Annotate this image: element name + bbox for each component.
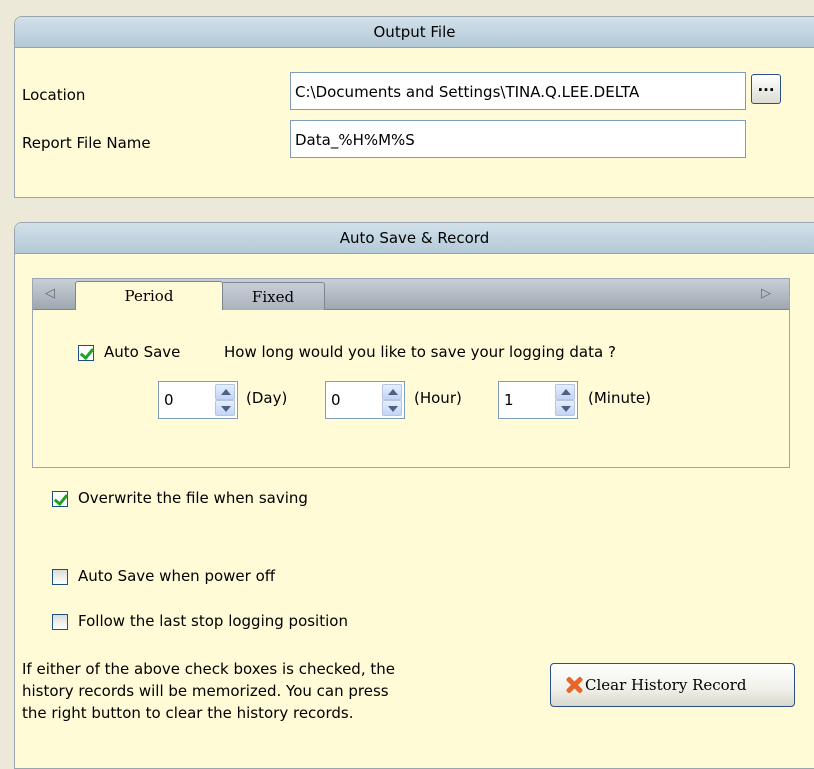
arrow-up-icon — [221, 389, 231, 395]
clear-history-record-label: Clear History Record — [585, 676, 747, 694]
minute-decrement-button[interactable] — [555, 400, 575, 416]
overwrite-label[interactable]: Overwrite the file when saving — [78, 489, 308, 507]
location-label: Location — [22, 86, 86, 104]
hour-increment-button[interactable] — [382, 384, 402, 400]
schedule-tab-control: ◁ ▷ Fixed Period — [32, 278, 790, 468]
auto-save-label[interactable]: Auto Save — [104, 343, 180, 361]
follow-last-stop-label[interactable]: Follow the last stop logging position — [78, 612, 348, 630]
day-increment-button[interactable] — [215, 384, 235, 400]
arrow-down-icon — [561, 406, 571, 412]
tab-period[interactable]: Period — [75, 281, 223, 310]
history-info-text: If either of the above check boxes is ch… — [22, 658, 522, 724]
tab-scroll-right-icon[interactable]: ▷ — [761, 279, 771, 309]
tab-fixed[interactable]: Fixed — [221, 282, 325, 310]
day-decrement-button[interactable] — [215, 400, 235, 416]
close-x-icon — [565, 676, 583, 694]
output-file-header: Output File — [15, 17, 814, 48]
save-duration-question: How long would you like to save your log… — [224, 343, 616, 361]
day-stepper[interactable]: 0 — [158, 381, 238, 419]
day-value[interactable]: 0 — [164, 382, 174, 418]
minute-value[interactable]: 1 — [504, 382, 514, 418]
hour-value[interactable]: 0 — [331, 382, 341, 418]
info-line: history records will be memorized. You c… — [22, 682, 389, 700]
overwrite-checkbox[interactable] — [52, 490, 69, 507]
clear-history-record-button[interactable]: Clear History Record — [550, 663, 795, 707]
tab-strip: ◁ ▷ Fixed Period — [33, 279, 789, 310]
location-field[interactable]: C:\Documents and Settings\TINA.Q.LEE.DEL… — [290, 72, 746, 110]
tab-scroll-left-icon[interactable]: ◁ — [45, 279, 55, 309]
arrow-up-icon — [388, 389, 398, 395]
day-unit-label: (Day) — [246, 389, 288, 407]
minute-stepper[interactable]: 1 — [498, 381, 578, 419]
minute-unit-label: (Minute) — [588, 389, 651, 407]
hour-unit-label: (Hour) — [414, 389, 462, 407]
info-line: If either of the above check boxes is ch… — [22, 660, 395, 678]
check-icon — [53, 490, 69, 507]
minute-increment-button[interactable] — [555, 384, 575, 400]
browse-button[interactable]: ... — [751, 74, 781, 104]
follow-last-stop-checkbox[interactable] — [52, 614, 68, 630]
arrow-down-icon — [221, 406, 231, 412]
report-file-name-field[interactable]: Data_%H%M%S — [290, 120, 746, 158]
info-line: the right button to clear the history re… — [22, 704, 354, 722]
hour-decrement-button[interactable] — [382, 400, 402, 416]
report-file-name-label: Report File Name — [22, 134, 151, 152]
arrow-down-icon — [388, 406, 398, 412]
arrow-up-icon — [561, 389, 571, 395]
auto-save-power-off-checkbox[interactable] — [52, 569, 68, 585]
auto-save-power-off-label[interactable]: Auto Save when power off — [78, 567, 275, 585]
check-icon — [79, 344, 95, 361]
hour-stepper[interactable]: 0 — [325, 381, 405, 419]
auto-save-checkbox[interactable] — [78, 344, 95, 361]
auto-save-record-header: Auto Save & Record — [15, 223, 814, 254]
